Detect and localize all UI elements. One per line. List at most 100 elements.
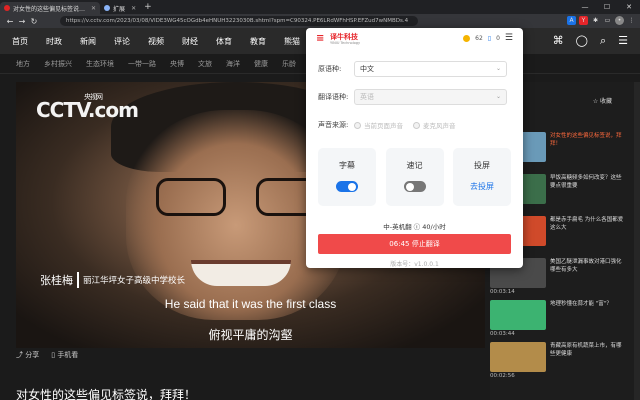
nav-item-panda[interactable]: 熊猫 [284, 36, 300, 47]
list-item-title: 早饭高糖频多如何改变？这些要点很重要 [550, 175, 622, 189]
back-icon[interactable]: ← [4, 17, 16, 26]
browser-tab[interactable]: 对女性的这些偏见标签说… ✕ [0, 2, 101, 14]
subnav-item[interactable]: 乐龄 [282, 59, 296, 69]
scrollbar[interactable] [634, 82, 640, 400]
video-frame-detail [191, 260, 291, 286]
nav-item-politics[interactable]: 时政 [46, 36, 62, 47]
nav-item-home[interactable]: 首页 [12, 36, 28, 47]
close-window-icon[interactable]: ✕ [618, 0, 640, 14]
notes-card: 速记 [385, 148, 444, 206]
list-item-text: 美国乙醚泄漏事故对港口强化哪些有多大 [546, 258, 626, 300]
source-language-value: 中文 [360, 65, 374, 73]
user-icon[interactable]: ◯ [576, 34, 588, 48]
translate-icon[interactable]: A [567, 16, 576, 25]
subnav-item[interactable]: 央博 [170, 59, 184, 69]
profile-avatar-icon[interactable]: • [615, 16, 624, 25]
browser-tab[interactable]: 扩展 ✕ [100, 2, 140, 14]
app-icon[interactable]: ⌘ [553, 34, 564, 48]
forward-icon[interactable]: → [16, 17, 28, 26]
subtitle-card-title: 字幕 [339, 161, 355, 170]
tab-title: 扩展 [113, 5, 126, 13]
minimize-icon[interactable]: — [574, 0, 596, 14]
coin-icon [463, 34, 471, 42]
stop-translation-button[interactable]: 06:45 停止翻译 [318, 234, 511, 254]
close-tab-icon[interactable]: ✕ [91, 5, 96, 12]
radio-icon [354, 121, 361, 129]
subnav-item[interactable]: 健康 [254, 59, 268, 69]
extension-icons: A Y ✱ ▭ • ⋮ [567, 16, 636, 25]
credit-count: 0 [496, 34, 500, 42]
popup-header-actions: 62 ▯ 0 ☰ [463, 33, 513, 43]
subnav-item[interactable]: 地方 [16, 59, 30, 69]
list-item-thumb: 00:02:56 [490, 342, 546, 384]
reload-icon[interactable]: ↻ [28, 17, 40, 26]
subtitle-toggle[interactable] [336, 181, 358, 192]
hamburger-menu-icon[interactable]: ☰ [505, 33, 513, 43]
subnav-item[interactable]: 一带一路 [128, 59, 156, 69]
cctv-favicon-icon [4, 5, 10, 11]
list-item-text: 早饭高糖频多如何改变？这些要点很重要 [546, 174, 626, 216]
list-item-thumb: 00:03:44 [490, 300, 546, 342]
collect-button[interactable]: ☆ 收藏 [593, 96, 612, 105]
target-language-label: 翻译语种: [318, 93, 349, 101]
list-item-title: 青藏高原有机蔬菜上市，有哪些更健康 [550, 343, 622, 357]
share-button[interactable]: ⤴ 分享 [16, 350, 39, 360]
source-language-row: 原语种: 中文 ⌄ [318, 61, 507, 77]
subnav-item[interactable]: 乡村振兴 [44, 59, 72, 69]
target-language-value: 英语 [360, 93, 374, 101]
menu-icon[interactable]: ☰ [618, 34, 628, 48]
brand-name: 译牛科技 YINIU Technology [330, 33, 360, 45]
target-language-select[interactable]: 英语 ⌄ [354, 89, 507, 105]
cctv-logo: CCTV.com 央视网 [36, 93, 139, 122]
browser-tab-strip: 对女性的这些偏见标签说… ✕ 扩展 ✕ + — ☐ ✕ [0, 0, 640, 14]
nav-item-sports[interactable]: 体育 [216, 36, 232, 47]
audio-source-row: 声音来源: 当前页面声音 麦克风声音 [318, 120, 466, 130]
subtitle-chinese: 俯视平庸的沟壑 [208, 328, 293, 342]
tab-title: 对女性的这些偏见标签说… [13, 5, 86, 13]
nav-item-news[interactable]: 新闻 [80, 36, 96, 47]
nav-item-video[interactable]: 视频 [148, 36, 164, 47]
sidebar-icon[interactable]: ▭ [603, 16, 612, 25]
thumbnail [490, 300, 546, 330]
duration: 00:03:44 [490, 331, 515, 337]
site-actions: ⌘ ◯ ⌕ ☰ [553, 34, 628, 48]
more-icon[interactable]: ⋮ [627, 16, 636, 25]
close-tab-icon[interactable]: ✕ [131, 5, 136, 12]
source-language-select[interactable]: 中文 ⌄ [354, 61, 507, 77]
list-item[interactable]: 00:03:44 地理秒懂在蒜才能 "富"？ [490, 300, 640, 342]
subnav-item[interactable]: 文旅 [198, 59, 212, 69]
cast-link[interactable]: 去投屏 [470, 181, 494, 192]
list-item-text: 对女性的这些偏见标签说，拜拜！ [546, 132, 626, 174]
address-bar[interactable]: https://v.cctv.com/2023/03/08/VIDE3WG45c… [60, 16, 418, 26]
subnav-item[interactable]: 生态环境 [86, 59, 114, 69]
new-tab-button[interactable]: + [144, 2, 152, 12]
chevron-down-icon: ⌄ [495, 65, 501, 72]
mobile-label: 手机看 [57, 351, 79, 359]
puzzle-icon[interactable]: ✱ [591, 16, 600, 25]
credit-icon: ▯ [487, 34, 492, 42]
maximize-icon[interactable]: ☐ [596, 0, 618, 14]
nav-item-comment[interactable]: 评论 [114, 36, 130, 47]
toggle-knob [348, 182, 356, 191]
subnav-item[interactable]: 海洋 [226, 59, 240, 69]
feature-cards: 字幕 速记 投屏 去投屏 [318, 148, 511, 206]
page-title: 对女性的这些偏见标签说，拜拜！ [16, 388, 197, 400]
speaker-name: 张桂梅 [40, 272, 79, 288]
target-language-row: 翻译语种: 英语 ⌄ [318, 89, 507, 105]
nav-item-finance[interactable]: 财经 [182, 36, 198, 47]
extensions-favicon-icon [104, 5, 111, 11]
list-item-text: 都是赤手扁毛 为什么各国都爱这么大 [546, 216, 626, 258]
audio-page-radio[interactable]: 当前页面声音 [354, 120, 403, 130]
list-item[interactable]: 00:02:56 青藏高原有机蔬菜上市，有哪些更健康 [490, 342, 640, 384]
mobile-watch-button[interactable]: ▯ 手机看 [51, 350, 78, 360]
audio-mic-radio[interactable]: 麦克风声音 [413, 120, 456, 130]
coin-count: 62 [475, 34, 483, 42]
speaker-caption: 张桂梅 丽江华坪女子高级中学校长 [40, 272, 185, 288]
cast-card-title: 投屏 [474, 161, 490, 170]
extension-red-icon[interactable]: Y [579, 16, 588, 25]
search-icon[interactable]: ⌕ [600, 34, 606, 48]
nav-item-education[interactable]: 教育 [250, 36, 266, 47]
usage-info: 中-英机翻 ⓘ 40/小时 [383, 223, 446, 231]
notes-toggle[interactable] [403, 181, 426, 192]
browser-toolbar: ← → ↻ https://v.cctv.com/2023/03/08/VIDE… [0, 14, 640, 28]
